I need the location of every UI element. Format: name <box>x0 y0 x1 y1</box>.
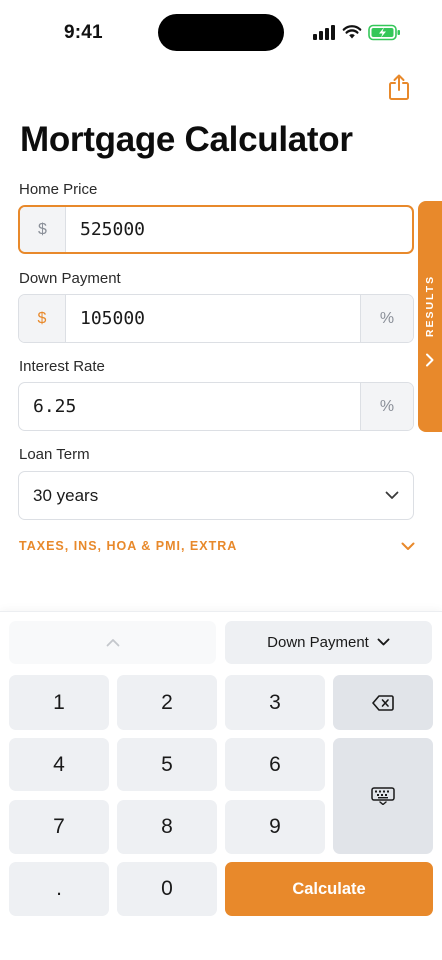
interest-rate-input[interactable]: 6.25 <box>19 383 360 430</box>
numeric-keypad: Down Payment 1 2 3 4 5 6 7 8 9 . 0 Calcu… <box>0 611 442 960</box>
interest-rate-label: Interest Rate <box>19 358 105 375</box>
down-payment-label: Down Payment <box>19 270 121 287</box>
battery-charging-icon <box>368 24 400 40</box>
chevron-down-icon <box>377 638 390 646</box>
wifi-icon <box>342 25 362 39</box>
status-icons <box>312 22 402 42</box>
key-4[interactable]: 4 <box>9 738 109 791</box>
cellular-signal-icon <box>313 25 335 40</box>
interest-rate-percent-suffix: % <box>360 383 413 430</box>
extras-label: TAXES, INS, HOA & PMI, EXTRA <box>19 539 238 553</box>
key-2[interactable]: 2 <box>117 675 217 730</box>
down-payment-field[interactable]: $ 105000 % <box>18 294 414 343</box>
loan-term-value: 30 years <box>33 485 99 505</box>
loan-term-label: Loan Term <box>19 446 90 463</box>
key-1[interactable]: 1 <box>9 675 109 730</box>
home-price-label: Home Price <box>19 181 98 198</box>
chevron-right-icon <box>426 353 434 367</box>
key-9[interactable]: 9 <box>225 800 325 854</box>
field-selector-label: Down Payment <box>267 634 369 651</box>
previous-field-button[interactable] <box>9 621 216 664</box>
backspace-icon <box>372 694 394 711</box>
home-price-currency-prefix: $ <box>20 207 66 252</box>
key-3[interactable]: 3 <box>225 675 325 730</box>
field-selector-button[interactable]: Down Payment <box>225 621 432 664</box>
share-button[interactable] <box>384 72 414 102</box>
key-6[interactable]: 6 <box>225 738 325 791</box>
chevron-down-icon <box>401 542 415 550</box>
page-title: Mortgage Calculator <box>20 120 353 159</box>
key-5[interactable]: 5 <box>117 738 217 791</box>
calculate-button[interactable]: Calculate <box>225 862 433 916</box>
home-price-field[interactable]: $ 525000 <box>18 205 414 254</box>
extras-toggle[interactable]: TAXES, INS, HOA & PMI, EXTRA <box>19 537 415 555</box>
down-payment-percent-toggle[interactable]: % <box>360 295 413 342</box>
dynamic-island <box>158 14 284 51</box>
chevron-up-icon <box>106 639 119 647</box>
chevron-down-icon <box>385 491 399 499</box>
key-7[interactable]: 7 <box>9 800 109 854</box>
key-8[interactable]: 8 <box>117 800 217 854</box>
key-decimal[interactable]: . <box>9 862 109 916</box>
key-0[interactable]: 0 <box>117 862 217 916</box>
interest-rate-field[interactable]: 6.25 % <box>18 382 414 431</box>
keyboard-icon <box>371 787 395 805</box>
backspace-button[interactable] <box>333 675 433 730</box>
dismiss-keyboard-button[interactable] <box>333 738 433 854</box>
loan-term-select[interactable]: 30 years <box>18 471 414 520</box>
results-tab-label: RESULTS <box>424 274 436 338</box>
down-payment-input[interactable]: 105000 <box>66 295 360 342</box>
home-price-input[interactable]: 525000 <box>66 207 412 252</box>
down-payment-currency-toggle[interactable]: $ <box>19 295 66 342</box>
share-icon <box>389 74 409 100</box>
status-time: 9:41 <box>64 22 103 43</box>
status-bar: 9:41 <box>0 0 442 62</box>
